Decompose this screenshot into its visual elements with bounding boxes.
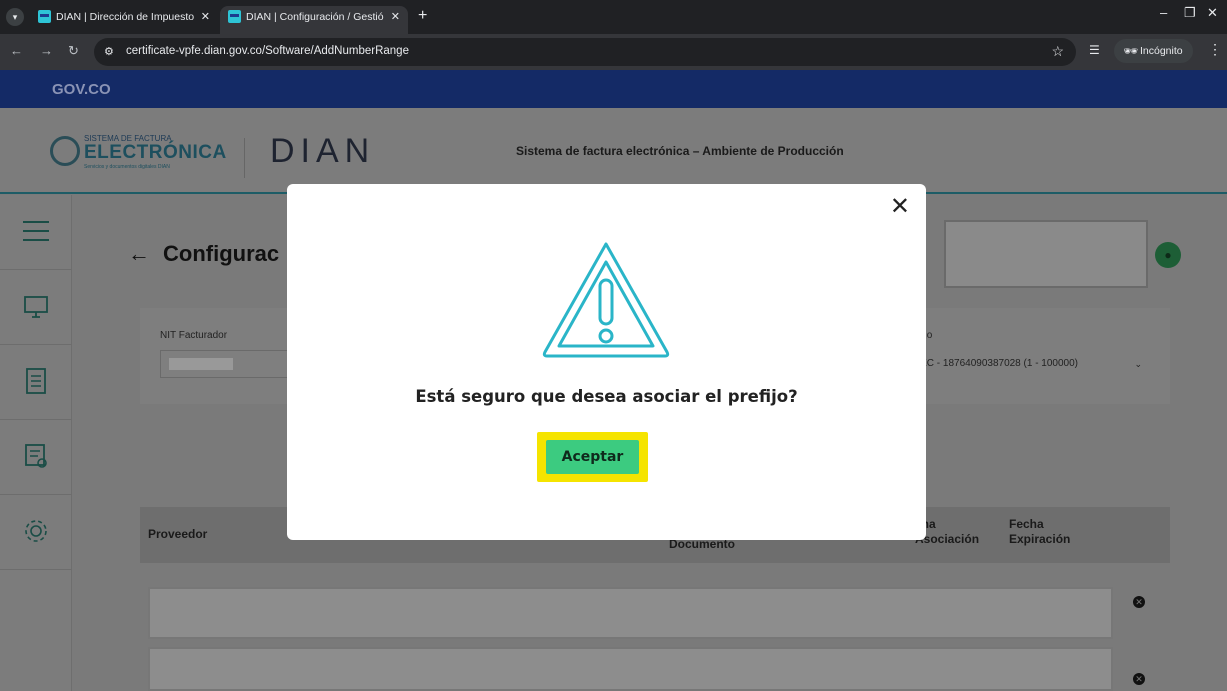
header-title: Sistema de factura electrónica – Ambient… (516, 144, 844, 158)
confirm-message: Está seguro que desea asociar el prefijo… (415, 387, 798, 406)
column-fecha-expiracion: Fecha Expiración (1009, 517, 1071, 546)
document-icon (26, 368, 46, 394)
restore-icon[interactable]: ❐ (1184, 5, 1196, 21)
bookmark-star-icon[interactable]: ☆ (1051, 43, 1064, 60)
site-header: SISTEMA DE FACTURA ELECTRÓNICA Servicios… (0, 108, 1227, 194)
confirm-dialog: ✕ Está seguro que desea asociar el prefi… (287, 184, 926, 540)
page-title: Configurac (163, 241, 280, 266)
tab-search-icon[interactable]: ▾ (6, 8, 24, 26)
warning-triangle-icon (542, 242, 670, 358)
chevron-down-icon: ⌄ (1134, 359, 1142, 369)
sidebar-item-settings[interactable] (0, 495, 72, 570)
gov-bar: GOV.CO (0, 70, 1227, 108)
monitor-icon (24, 296, 48, 318)
redacted-value (169, 358, 233, 370)
table-row (148, 587, 1113, 639)
prefijo-select[interactable]: EZC - 18764090387028 (1 - 100000) ⌄ (914, 350, 1142, 378)
redacted-box (944, 220, 1148, 288)
dian-favicon-icon (228, 10, 241, 23)
browser-tab-bar: ▾ DIAN | Dirección de Impuestos ✕ DIAN |… (0, 0, 1227, 34)
remove-row-icon[interactable]: ✕ (1133, 673, 1145, 685)
certificate-icon (25, 444, 47, 468)
accept-button[interactable]: Aceptar (546, 440, 639, 474)
close-tab-icon[interactable]: ✕ (201, 6, 210, 28)
url-text: certificate-vpfe.dian.gov.co/Software/Ad… (126, 45, 409, 57)
reading-list-icon[interactable]: ☰ (1089, 43, 1100, 57)
hamburger-menu-icon (23, 221, 49, 241)
sidebar-item-certificates[interactable] (0, 420, 72, 495)
user-avatar-icon[interactable]: ● (1155, 242, 1181, 268)
tab-dian-configuracion[interactable]: DIAN | Configuración / Gestión ✕ (220, 6, 408, 34)
forward-icon[interactable]: → (40, 43, 53, 58)
browser-toolbar: ← → ↻ ⚙ certificate-vpfe.dian.gov.co/Sof… (0, 34, 1227, 70)
header-divider (244, 138, 245, 178)
nit-label: NIT Facturador (160, 330, 228, 341)
accept-highlight: Aceptar (537, 432, 648, 482)
back-arrow-icon[interactable]: ← (128, 241, 150, 267)
site-settings-icon[interactable]: ⚙ (104, 45, 119, 59)
remove-row-icon[interactable]: ✕ (1133, 596, 1145, 608)
table-row (148, 647, 1113, 691)
gov-co-logo[interactable]: GOV.CO (52, 81, 111, 98)
swirl-icon (50, 136, 80, 166)
gear-icon (25, 520, 47, 542)
minimize-icon[interactable]: – (1160, 5, 1167, 20)
sidebar-item-documents[interactable] (0, 345, 72, 420)
sidebar-menu-toggle[interactable] (0, 195, 72, 270)
incognito-icon: 🕶 (1123, 44, 1139, 58)
sidebar (0, 195, 72, 691)
address-bar[interactable]: ⚙ certificate-vpfe.dian.gov.co/Software/… (94, 38, 1076, 66)
browser-menu-icon[interactable]: ⋮ (1208, 41, 1222, 58)
tab-dian-impuestos[interactable]: DIAN | Dirección de Impuestos ✕ (30, 6, 218, 34)
new-tab-icon[interactable]: + (418, 7, 427, 25)
back-icon[interactable]: ← (10, 43, 23, 58)
dian-logo[interactable]: DIAN (270, 132, 375, 171)
close-tab-icon[interactable]: ✕ (391, 6, 400, 28)
reload-icon[interactable]: ↻ (68, 43, 79, 59)
dian-favicon-icon (38, 10, 51, 23)
incognito-badge[interactable]: 🕶 Incógnito (1114, 39, 1193, 63)
column-proveedor: Proveedor (148, 527, 208, 541)
close-icon[interactable]: ✕ (890, 192, 910, 221)
window-close-icon[interactable]: ✕ (1207, 5, 1218, 21)
nit-input[interactable] (160, 350, 300, 378)
sidebar-item-monitor[interactable] (0, 270, 72, 345)
factura-electronica-logo[interactable]: SISTEMA DE FACTURA ELECTRÓNICA Servicios… (50, 134, 226, 174)
